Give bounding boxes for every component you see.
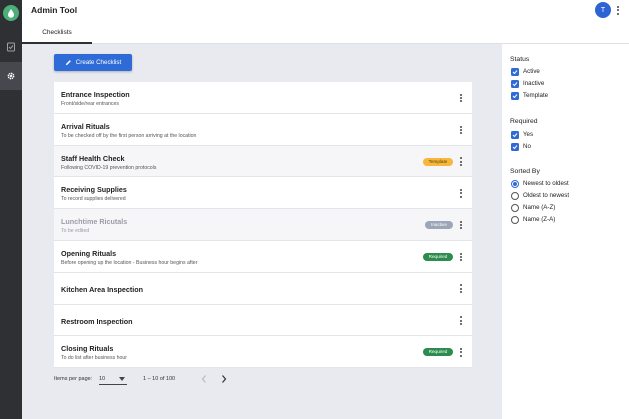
checkbox-checked-icon: [511, 130, 519, 139]
create-checklist-button[interactable]: Create Checklist: [54, 54, 132, 71]
sort-newest-radio[interactable]: Newest to oldest: [511, 179, 569, 188]
checklist-subtitle: To be checked off by the first person ar…: [61, 132, 197, 139]
radio-icon: [511, 191, 519, 200]
radio-label: Name (Z-A): [523, 216, 556, 223]
checklist-subtitle: Before opening up the location - Busines…: [61, 259, 198, 266]
caret-down-icon: [119, 377, 125, 381]
radio-label: Oldest to newest: [523, 192, 570, 199]
checklist-row[interactable]: Staff Health Check Following COVID-19 pr…: [54, 145, 472, 178]
more-vertical-icon[interactable]: [615, 3, 621, 17]
more-vertical-icon[interactable]: [458, 284, 464, 294]
checkbox-checked-icon: [511, 79, 519, 88]
checkbox-label: No: [523, 143, 531, 150]
radio-label: Name (A-Z): [523, 204, 556, 211]
checklist-title: Arrival Rituals: [61, 121, 110, 131]
more-vertical-icon[interactable]: [458, 188, 464, 198]
sort-oldest-radio[interactable]: Oldest to newest: [511, 191, 569, 200]
sort-name-az-radio[interactable]: Name (A-Z): [511, 203, 555, 212]
checklist-row[interactable]: Receiving Supplies To record supplies de…: [54, 177, 472, 210]
checklist-subtitle: To record supplies delivered: [61, 196, 126, 203]
checklist-row[interactable]: Restroom Inspection: [54, 304, 472, 337]
checklist-title: Closing Rituals: [61, 344, 114, 354]
items-per-page-select[interactable]: 10: [99, 373, 127, 385]
more-vertical-icon[interactable]: [458, 220, 464, 230]
drop-logo-icon[interactable]: [3, 5, 19, 21]
required-badge: Required: [423, 348, 453, 357]
required-yes-checkbox[interactable]: Yes: [511, 130, 533, 139]
checkbox-checked-icon: [511, 142, 519, 151]
radio-icon: [511, 203, 519, 212]
checkbox-label: Active: [523, 68, 540, 75]
more-vertical-icon[interactable]: [458, 93, 464, 103]
filter-panel: Status Active Inactive Template Required…: [502, 44, 629, 419]
status-template-checkbox[interactable]: Template: [511, 91, 548, 100]
checklist-list: Entrance Inspection Front/side/rear entr…: [54, 82, 472, 369]
checklist-row[interactable]: Opening Rituals Before opening up the lo…: [54, 240, 472, 273]
checklist-title: Staff Health Check: [61, 153, 125, 163]
template-badge: Template: [423, 157, 453, 166]
required-filter-title: Required: [510, 118, 538, 125]
sort-name-za-radio[interactable]: Name (Z-A): [511, 215, 555, 224]
checklist-title: Entrance Inspection: [61, 90, 130, 99]
checkbox-label: Yes: [523, 131, 534, 138]
nav-checklist[interactable]: [0, 33, 22, 61]
more-vertical-icon[interactable]: [458, 316, 464, 326]
tab-checklists[interactable]: Checklists: [22, 26, 92, 44]
required-no-checkbox[interactable]: No: [511, 142, 531, 151]
checkbox-label: Template: [523, 92, 549, 99]
left-rail: [0, 0, 22, 419]
more-vertical-icon[interactable]: [458, 347, 464, 357]
checklist-subtitle: Front/side/rear entrances: [61, 101, 119, 107]
checklist-row[interactable]: Arrival Rituals To be checked off by the…: [54, 113, 472, 146]
nav-settings[interactable]: [0, 62, 22, 90]
chevron-left-icon[interactable]: [200, 374, 208, 384]
checklist-row[interactable]: Lunchtime Ricutals To be edited Inactive: [54, 209, 472, 241]
status-inactive-checkbox[interactable]: Inactive: [511, 79, 544, 88]
gear-icon: [7, 72, 15, 80]
more-vertical-icon[interactable]: [458, 125, 464, 135]
status-filter-title: Status: [510, 56, 530, 63]
checklist-title: Receiving Supplies: [61, 185, 127, 195]
user-avatar[interactable]: T: [595, 2, 611, 18]
items-per-page-value: 10: [99, 376, 106, 382]
inactive-badge: Inactive: [425, 221, 453, 230]
paginator: Items per page: 10 1 – 10 of 100: [54, 371, 472, 389]
page-range: 1 – 10 of 100: [143, 376, 176, 382]
checklist-title: Kitchen Area Inspection: [61, 284, 144, 294]
checklist-subtitle: Following COVID-19 prevention protocols: [61, 164, 157, 171]
radio-label: Newest to oldest: [523, 180, 569, 187]
more-vertical-icon[interactable]: [458, 252, 464, 262]
pencil-icon: [65, 60, 71, 66]
checkbox-checked-icon: [511, 67, 519, 76]
app-title: Admin Tool: [31, 5, 78, 15]
create-checklist-label: Create Checklist: [75, 59, 122, 66]
checkbox-label: Inactive: [523, 80, 545, 87]
checkbox-checked-icon: [511, 91, 519, 100]
checklist-title: Restroom Inspection: [61, 316, 133, 326]
items-per-page-label: Items per page:: [54, 376, 93, 382]
checklist-title: Opening Rituals: [61, 248, 117, 258]
checklist-icon: [7, 42, 15, 52]
checklist-row[interactable]: Entrance Inspection Front/side/rear entr…: [54, 82, 472, 114]
checklist-title: Lunchtime Ricutals: [61, 217, 128, 227]
sorted-by-title: Sorted By: [510, 168, 540, 175]
chevron-right-icon[interactable]: [220, 374, 228, 384]
top-bar: Admin Tool Checklists T: [22, 0, 629, 44]
checklist-subtitle: To do list after business hour: [61, 355, 128, 362]
required-badge: Required: [423, 252, 453, 261]
radio-selected-icon: [511, 179, 519, 188]
checklist-row[interactable]: Closing Rituals To do list after busines…: [54, 336, 472, 369]
radio-icon: [511, 215, 519, 224]
more-vertical-icon[interactable]: [458, 157, 464, 167]
checklist-subtitle: To be edited: [61, 228, 90, 235]
status-active-checkbox[interactable]: Active: [511, 67, 540, 76]
checklist-row[interactable]: Kitchen Area Inspection: [54, 272, 472, 305]
